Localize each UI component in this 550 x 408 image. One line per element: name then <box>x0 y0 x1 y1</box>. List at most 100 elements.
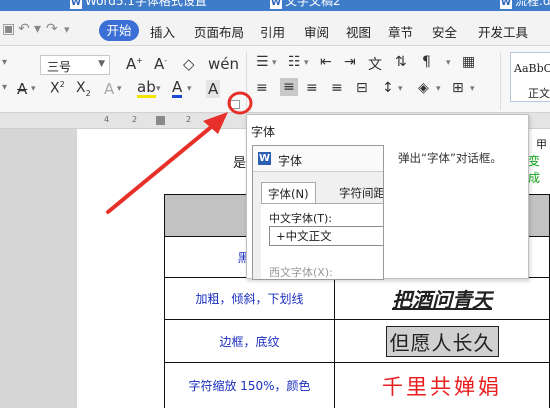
wps-writer-icon: W <box>258 152 271 165</box>
subscript-icon[interactable]: X2 <box>76 80 91 98</box>
customize-dropdown-icon[interactable]: ▾ <box>64 23 70 36</box>
highlight-icon[interactable]: ab <box>137 80 156 98</box>
row-sample-bold-italic-underline: 把酒问青天 <box>392 288 492 312</box>
increase-indent-icon[interactable]: ⇥ <box>344 54 356 70</box>
redo-icon[interactable]: ↷ <box>46 21 58 37</box>
table-cell[interactable]: 字符缩放 150%，颜色 <box>164 362 335 408</box>
dialog-header: W 字体 <box>253 146 383 172</box>
menu-page-layout[interactable]: 页面布局 <box>194 22 244 41</box>
ruler-indent-marker[interactable] <box>156 116 165 125</box>
font-size-select[interactable]: 三号 ▼ <box>40 55 110 75</box>
word-doc-icon: W <box>70 0 82 9</box>
menu-bar: ▣ ↶ ▾ ↷ ▾ 开始 插入 页面布局 引用 审阅 视图 章节 安全 开发工具 <box>0 11 550 46</box>
character-shading-icon[interactable]: A <box>206 80 221 98</box>
highlight-dropdown-icon[interactable]: ▾ <box>156 84 161 94</box>
menu-developer-tools[interactable]: 开发工具 <box>478 22 528 41</box>
group-separator <box>500 52 501 110</box>
undo-dropdown-icon[interactable]: ▾ <box>34 21 41 37</box>
borders-dropdown-icon[interactable]: ▾ <box>470 84 475 94</box>
doc-tab-1-label: Word5.1字体格式设置 <box>85 0 207 8</box>
align-center-icon[interactable]: ≡ <box>280 78 298 96</box>
font-dialog-launcher[interactable] <box>230 100 240 109</box>
text-effect-dropdown-icon[interactable]: ▾ <box>117 84 122 94</box>
grow-font-icon[interactable]: A+ <box>126 55 143 73</box>
justify-icon[interactable]: ≡ <box>331 80 343 96</box>
show-marks-dropdown-icon[interactable]: ▾ <box>446 58 451 68</box>
distributed-icon[interactable]: ⊟ <box>356 80 368 96</box>
table-icon[interactable]: ▦ <box>462 54 475 70</box>
doc-tab-1[interactable]: W Word5.1字体格式设置 <box>66 0 211 10</box>
chinese-font-label: 中文字体(T): <box>269 212 333 225</box>
shrink-font-icon[interactable]: A- <box>154 55 167 73</box>
doc-tab-3[interactable]: W流程.docx <box>496 0 550 10</box>
chinese-layout-icon[interactable]: 文 <box>368 54 382 74</box>
doc-text-fragment-green: 变成 <box>528 154 541 185</box>
menu-start[interactable]: 开始 <box>99 20 139 41</box>
numbering-icon[interactable]: ☷ <box>288 54 301 70</box>
shading-dropdown-icon[interactable]: ▾ <box>436 84 441 94</box>
line-spacing-dropdown-icon[interactable]: ▾ <box>398 84 403 94</box>
word-doc-icon: W <box>500 0 512 9</box>
title-bar: WWord5.1字体格式设置 W文字文稿2 W流程.docx <box>0 0 550 11</box>
table-cell[interactable]: 但愿人长久 <box>334 319 550 363</box>
table-row: 字符缩放 150%，颜色 千里共婵娟 <box>164 362 550 408</box>
text-effect-icon[interactable]: A <box>104 80 114 98</box>
tooltip-title: 字体 <box>251 125 276 139</box>
word-doc-icon: W <box>270 0 282 9</box>
style-name: 正文 <box>528 87 550 100</box>
table-cell[interactable]: 把酒问青天 <box>334 277 550 320</box>
western-font-label: 西文字体(X): <box>269 266 333 279</box>
font-size-value: 三号 <box>47 60 72 74</box>
bullets-icon[interactable]: ☰ <box>256 54 269 70</box>
table-cell[interactable]: 边框，底纹 <box>164 319 335 363</box>
doc-tab-2[interactable]: W 文字文稿2 <box>266 0 345 10</box>
font-tooltip: 字体 弹出“字体”对话框。 W 字体 字体(N) 字符间距 中文字体(T): +… <box>246 114 529 280</box>
decrease-indent-icon[interactable]: ⇤ <box>320 54 332 70</box>
row-label: 字符缩放 150%，颜色 <box>188 379 311 393</box>
doc-text-fragment: 是 <box>233 156 247 171</box>
format-painter-icon[interactable]: ▣ <box>2 21 15 37</box>
line-spacing-icon[interactable]: ↕ <box>382 80 394 96</box>
undo-icon[interactable]: ↶ <box>18 21 30 37</box>
font-dialog-preview: W 字体 字体(N) 字符间距 中文字体(T): +中文正文 西文字体(X): <box>252 145 384 280</box>
table-cell[interactable]: 千里共婵娟 <box>334 362 550 408</box>
tooltip-description: 弹出“字体”对话框。 <box>398 151 502 165</box>
menu-view[interactable]: 视图 <box>346 22 371 41</box>
table-row: 加粗，倾斜，下划线 把酒问青天 <box>164 277 550 320</box>
dialog-body: 中文字体(T): +中文正文 西文字体(X): <box>261 203 383 279</box>
shading-icon[interactable]: ◈ <box>418 80 429 96</box>
group-separator <box>246 52 247 110</box>
bullets-dropdown-icon[interactable]: ▾ <box>272 58 277 68</box>
ribbon: ▾ 三号 ▼ A+ A- ◇ wén ▾ A ▾ X2 X2 A ▾ ab ▾ … <box>0 46 550 113</box>
font-name-dropdown-icon[interactable]: ▾ <box>2 57 7 68</box>
sort-icon[interactable]: ⇅ <box>395 54 407 70</box>
doc-tab-3-label: 流程.docx <box>515 0 550 8</box>
menu-insert[interactable]: 插入 <box>150 22 175 41</box>
align-left-icon[interactable]: ≡ <box>256 80 268 96</box>
underline-dropdown-icon[interactable]: ▾ <box>2 82 7 93</box>
menu-references[interactable]: 引用 <box>260 22 285 41</box>
font-color-icon[interactable]: A <box>172 80 183 98</box>
style-preview-text: AaBbC <box>514 62 550 75</box>
show-marks-icon[interactable]: ¶ <box>422 54 431 70</box>
clear-format-icon[interactable]: ◇ <box>183 55 195 73</box>
dialog-tab-spacing: 字符间距 <box>339 186 384 200</box>
row-sample-border-shading: 但愿人长久 <box>385 325 499 357</box>
pinyin-guide-icon[interactable]: wén <box>208 55 239 73</box>
menu-review[interactable]: 审阅 <box>304 22 329 41</box>
menu-chapter[interactable]: 章节 <box>388 22 413 41</box>
ruler-number: 4 <box>104 115 110 124</box>
strikethrough-icon[interactable]: A <box>17 80 27 98</box>
borders-icon[interactable]: ⊞ <box>452 80 464 96</box>
table-cell[interactable]: 加粗，倾斜，下划线 <box>164 277 335 320</box>
font-color-dropdown-icon[interactable]: ▾ <box>187 84 192 94</box>
ruler-number: 2 <box>132 115 138 124</box>
menu-security[interactable]: 安全 <box>432 22 457 41</box>
numbering-dropdown-icon[interactable]: ▾ <box>304 58 309 68</box>
align-right-icon[interactable]: ≡ <box>306 80 318 96</box>
dialog-title: 字体 <box>278 154 303 168</box>
superscript-icon[interactable]: X2 <box>50 80 65 97</box>
style-normal-preview[interactable]: AaBbC 正文 <box>510 52 550 102</box>
row-label: 加粗，倾斜，下划线 <box>195 292 304 306</box>
strikethrough-dropdown-icon[interactable]: ▾ <box>31 84 36 94</box>
